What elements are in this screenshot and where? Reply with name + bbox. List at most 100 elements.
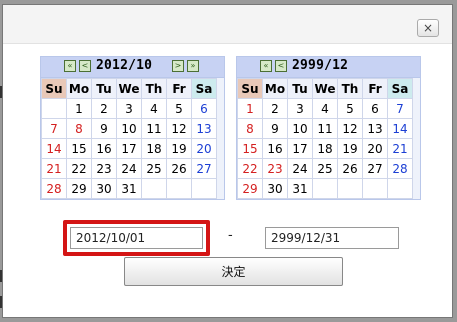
day-cell[interactable]: 20 <box>191 138 217 159</box>
day-cell[interactable]: 4 <box>312 98 338 119</box>
empty-day-cell <box>312 178 338 199</box>
weekday-label: Fr <box>166 78 192 99</box>
next-month-button[interactable]: > <box>172 60 184 72</box>
prev-year-button[interactable]: « <box>64 60 76 72</box>
prev-year-button[interactable]: « <box>260 60 272 72</box>
day-cell[interactable]: 22 <box>66 158 92 179</box>
day-cell[interactable]: 24 <box>287 158 313 179</box>
day-cell[interactable]: 9 <box>262 118 288 139</box>
day-cell[interactable]: 6 <box>362 98 388 119</box>
calendar-header: « < 2999/12 <box>237 57 420 78</box>
calendar-title: 2999/12 <box>292 58 349 73</box>
week-row: 28 29 30 31 <box>41 178 217 199</box>
day-cell[interactable]: 16 <box>262 138 288 159</box>
day-cell[interactable]: 21 <box>41 158 67 179</box>
day-cell[interactable]: 15 <box>237 138 263 159</box>
double-chevron-left-icon: « <box>263 61 269 70</box>
day-cell[interactable]: 9 <box>91 118 117 139</box>
close-button[interactable]: × <box>417 19 439 37</box>
empty-day-cell <box>387 178 413 199</box>
day-cell[interactable]: 12 <box>166 118 192 139</box>
weekday-label: Sa <box>191 78 217 99</box>
empty-day-cell <box>166 178 192 199</box>
day-cell[interactable]: 26 <box>166 158 192 179</box>
weekday-label: We <box>312 78 338 99</box>
day-cell[interactable]: 12 <box>337 118 363 139</box>
week-row: 7 8 9 10 11 12 13 <box>41 118 217 139</box>
day-cell[interactable]: 2 <box>262 98 288 119</box>
day-cell[interactable]: 11 <box>312 118 338 139</box>
day-cell[interactable]: 2 <box>91 98 117 119</box>
weekday-label: Tu <box>287 78 313 99</box>
empty-day-cell <box>41 98 67 119</box>
day-cell[interactable]: 22 <box>237 158 263 179</box>
empty-day-cell <box>337 178 363 199</box>
day-cell[interactable]: 5 <box>337 98 363 119</box>
week-row: 123456 <box>41 98 217 119</box>
day-cell[interactable]: 19 <box>337 138 363 159</box>
day-cell[interactable]: 20 <box>362 138 388 159</box>
day-cell[interactable]: 14 <box>41 138 67 159</box>
day-cell[interactable]: 1 <box>66 98 92 119</box>
weekday-label: Th <box>337 78 363 99</box>
day-cell[interactable]: 18 <box>312 138 338 159</box>
week-row: 29 30 31 <box>237 178 413 199</box>
week-row: 21 22 23 24 25 26 27 <box>41 158 217 179</box>
day-cell[interactable]: 25 <box>141 158 167 179</box>
day-cell[interactable]: 27 <box>191 158 217 179</box>
submit-button[interactable]: 決定 <box>124 257 343 286</box>
empty-day-cell <box>191 178 217 199</box>
dialog-titlebar: × <box>3 5 452 44</box>
day-cell[interactable]: 28 <box>41 178 67 199</box>
day-cell[interactable]: 31 <box>116 178 142 199</box>
day-cell[interactable]: 27 <box>362 158 388 179</box>
calendar-to: « < 2999/12 Su Mo Tu We Th Fr Sa 1234567… <box>236 56 421 200</box>
day-cell[interactable]: 25 <box>312 158 338 179</box>
weekday-label: Sa <box>387 78 413 99</box>
day-cell[interactable]: 19 <box>166 138 192 159</box>
day-cell[interactable]: 31 <box>287 178 313 199</box>
day-cell[interactable]: 5 <box>166 98 192 119</box>
day-cell[interactable]: 13 <box>191 118 217 139</box>
day-cell[interactable]: 8 <box>66 118 92 139</box>
day-cell[interactable]: 17 <box>287 138 313 159</box>
prev-month-button[interactable]: < <box>79 60 91 72</box>
day-cell[interactable]: 1 <box>237 98 263 119</box>
day-cell[interactable]: 30 <box>91 178 117 199</box>
day-cell[interactable]: 17 <box>116 138 142 159</box>
day-cell[interactable]: 23 <box>262 158 288 179</box>
to-date-input[interactable]: 2999/12/31 <box>265 227 399 249</box>
day-cell[interactable]: 7 <box>41 118 67 139</box>
day-cell[interactable]: 18 <box>141 138 167 159</box>
calendar-grid: Su Mo Tu We Th Fr Sa 1 2 3 4 5 6 7 8 9 10 11 12 13 14… <box>41 78 217 199</box>
day-cell[interactable]: 28 <box>387 158 413 179</box>
weekday-row: Su Mo Tu We Th Fr Sa <box>237 78 413 99</box>
day-cell[interactable]: 10 <box>116 118 142 139</box>
day-cell[interactable]: 16 <box>91 138 117 159</box>
chevron-left-icon: < <box>81 61 89 70</box>
weekday-label: Su <box>41 78 67 99</box>
prev-month-button[interactable]: < <box>275 60 287 72</box>
day-cell[interactable]: 3 <box>287 98 313 119</box>
day-cell[interactable]: 11 <box>141 118 167 139</box>
day-cell[interactable]: 14 <box>387 118 413 139</box>
day-cell[interactable]: 26 <box>337 158 363 179</box>
day-cell[interactable]: 7 <box>387 98 413 119</box>
day-cell[interactable]: 21 <box>387 138 413 159</box>
week-row: 22 23 24 25 26 27 28 <box>237 158 413 179</box>
day-cell[interactable]: 24 <box>116 158 142 179</box>
day-cell[interactable]: 6 <box>191 98 217 119</box>
day-cell[interactable]: 8 <box>237 118 263 139</box>
day-cell[interactable]: 29 <box>237 178 263 199</box>
day-cell[interactable]: 15 <box>66 138 92 159</box>
day-cell[interactable]: 10 <box>287 118 313 139</box>
day-cell[interactable]: 3 <box>116 98 142 119</box>
day-cell[interactable]: 30 <box>262 178 288 199</box>
day-cell[interactable]: 13 <box>362 118 388 139</box>
day-cell[interactable]: 4 <box>141 98 167 119</box>
day-cell[interactable]: 29 <box>66 178 92 199</box>
day-cell[interactable]: 23 <box>91 158 117 179</box>
next-year-button[interactable]: » <box>187 60 199 72</box>
week-row: 1234567 <box>237 98 413 119</box>
empty-day-cell <box>362 178 388 199</box>
